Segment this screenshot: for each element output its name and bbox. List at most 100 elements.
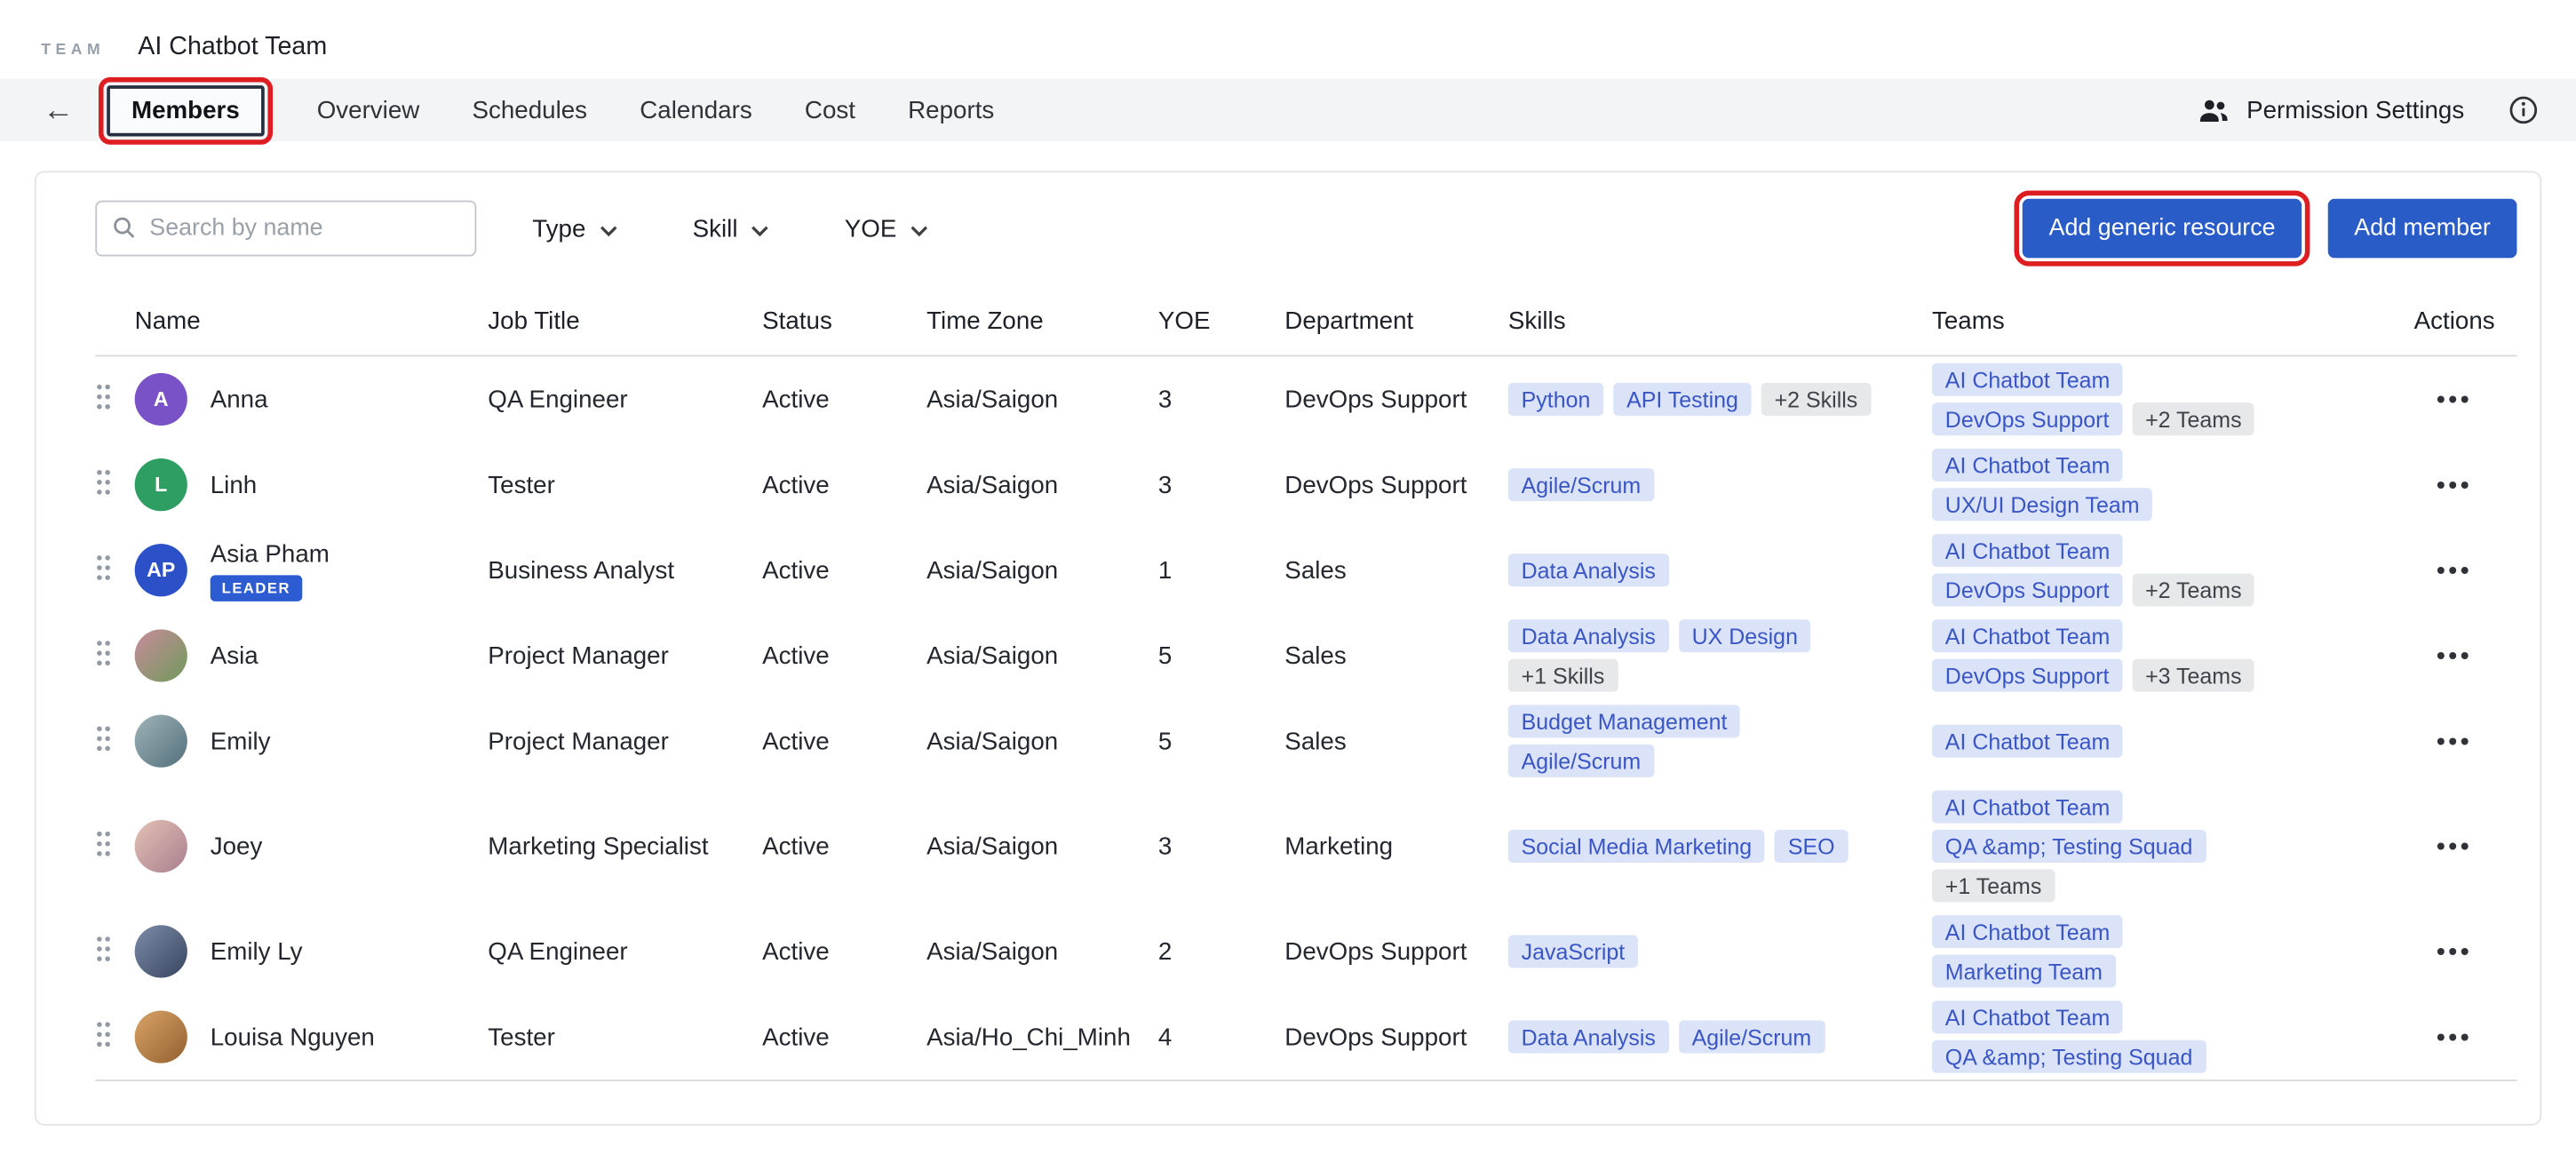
job-title-cell: Marketing Specialist [488, 832, 762, 860]
skill-chip-list: Data AnalysisUX Design+1 Skills [1508, 619, 1932, 691]
column-header-name: Name [135, 307, 489, 335]
department-cell: Sales [1284, 556, 1508, 584]
status-cell: Active [762, 386, 926, 413]
name-cell: Emily Ly [135, 925, 489, 977]
add-member-button[interactable]: Add member [2328, 199, 2517, 259]
timezone-cell: Asia/Saigon [926, 386, 1158, 413]
timezone-cell: Asia/Ho_Chi_Minh [926, 1023, 1158, 1050]
drag-handle-icon[interactable] [95, 1020, 111, 1047]
team-chip-list: AI Chatbot TeamDevOps Support+2 Teams [1932, 363, 2389, 435]
skill-chip: Agile/Scrum [1508, 468, 1654, 501]
tab-reports[interactable]: Reports [908, 90, 994, 131]
info-icon[interactable] [2507, 93, 2540, 126]
teams-cell: AI Chatbot TeamQA &amp; Testing Squad+1 … [1932, 791, 2389, 903]
row-actions-button[interactable]: ••• [2437, 558, 2472, 583]
timezone-cell: Asia/Saigon [926, 832, 1158, 860]
yoe-cell: 3 [1158, 832, 1284, 860]
team-chip: DevOps Support [1932, 402, 2122, 435]
teams-more-chip: +2 Teams [2132, 573, 2254, 606]
column-header-job-title: Job Title [488, 307, 762, 335]
filter-yoe-dropdown[interactable]: YOE [845, 214, 928, 242]
tab-cost[interactable]: Cost [805, 90, 855, 131]
teams-more-chip: +3 Teams [2132, 659, 2254, 692]
tab-members[interactable]: Members [107, 84, 264, 135]
teams-cell: AI Chatbot TeamMarketing Team [1932, 915, 2389, 987]
skills-cell: Budget ManagementAgile/Scrum [1508, 705, 1932, 777]
filter-skill-dropdown[interactable]: Skill [693, 214, 769, 242]
team-chip: AI Chatbot Team [1932, 619, 2123, 652]
tab-schedules[interactable]: Schedules [473, 90, 588, 131]
timezone-cell: Asia/Saigon [926, 937, 1158, 965]
row-actions-button[interactable]: ••• [2437, 387, 2472, 412]
permission-settings-label: Permission Settings [2246, 96, 2464, 123]
status-cell: Active [762, 937, 926, 965]
tab-overview[interactable]: Overview [317, 90, 420, 131]
skills-more-chip: +2 Skills [1761, 383, 1871, 416]
column-header-status: Status [762, 307, 926, 335]
avatar [135, 1010, 187, 1063]
skill-chip-list: PythonAPI Testing+2 Skills [1508, 383, 1932, 416]
avatar [135, 925, 187, 977]
name-cell: Emily [135, 715, 489, 768]
team-label: TEAM [41, 41, 105, 59]
name-cell: Louisa Nguyen [135, 1010, 489, 1063]
back-button[interactable]: ← [43, 94, 74, 125]
members-toolbar: Type Skill YOE Add generic resource Add me… [95, 199, 2516, 259]
team-chip: QA &amp; Testing Squad [1932, 1040, 2206, 1073]
team-chip-list: AI Chatbot TeamMarketing Team [1932, 915, 2389, 987]
search-box [95, 201, 476, 257]
row-actions-button[interactable]: ••• [2437, 834, 2472, 859]
skill-chip: UX Design [1679, 619, 1811, 652]
avatar [135, 629, 187, 681]
tab-calendars[interactable]: Calendars [640, 90, 751, 131]
skills-cell: Data Analysis [1508, 554, 1932, 586]
table-row: LLinhTesterActiveAsia/Saigon3DevOps Supp… [95, 442, 2516, 528]
department-cell: DevOps Support [1284, 937, 1508, 965]
drag-handle-icon[interactable] [95, 639, 111, 666]
table-row: JoeyMarketing SpecialistActiveAsia/Saigo… [95, 784, 2516, 909]
row-actions-button[interactable]: ••• [2437, 729, 2472, 753]
column-header-time-zone: Time Zone [926, 307, 1158, 335]
drag-handle-icon[interactable] [95, 724, 111, 752]
team-chip: AI Chatbot Team [1932, 1000, 2123, 1033]
table-row: AAnnaQA EngineerActiveAsia/Saigon3DevOps… [95, 356, 2516, 442]
row-actions-button[interactable]: ••• [2437, 473, 2472, 498]
name-cell: AAnna [135, 373, 489, 426]
teams-cell: AI Chatbot Team [1932, 725, 2389, 758]
timezone-cell: Asia/Saigon [926, 471, 1158, 498]
teams-cell: AI Chatbot TeamUX/UI Design Team [1932, 449, 2389, 521]
row-actions-button[interactable]: ••• [2437, 939, 2472, 964]
job-title-cell: Project Manager [488, 641, 762, 669]
timezone-cell: Asia/Saigon [926, 641, 1158, 669]
toolbar-actions: Add generic resource Add member [2023, 199, 2516, 259]
search-icon [112, 215, 137, 240]
permission-settings-button[interactable]: Permission Settings [2198, 92, 2465, 127]
member-name: Asia Pham [211, 540, 330, 568]
status-cell: Active [762, 471, 926, 498]
team-chip-list: AI Chatbot TeamDevOps Support+3 Teams [1932, 619, 2389, 691]
add-generic-resource-button[interactable]: Add generic resource [2023, 199, 2302, 259]
filter-type-dropdown[interactable]: Type [532, 214, 616, 242]
tab-list: Members Overview Schedules Calendars Cost Rep… [107, 84, 994, 135]
drag-handle-icon[interactable] [95, 382, 111, 410]
drag-handle-icon[interactable] [95, 829, 111, 856]
team-chip: AI Chatbot Team [1932, 915, 2123, 948]
row-actions-button[interactable]: ••• [2437, 1024, 2472, 1049]
filter-label: YOE [845, 214, 897, 242]
teams-cell: AI Chatbot Team QA &amp; Testing Squad [1932, 1000, 2389, 1072]
search-input[interactable] [95, 201, 476, 257]
name-cell: LLinh [135, 458, 489, 511]
drag-handle-icon[interactable] [95, 934, 111, 961]
drag-handle-icon[interactable] [95, 553, 111, 580]
yoe-cell: 4 [1158, 1023, 1284, 1050]
leader-badge: LEADER [211, 574, 302, 601]
row-actions-button[interactable]: ••• [2437, 643, 2472, 668]
skill-chip: Python [1508, 383, 1603, 416]
chevron-down-icon [599, 214, 616, 242]
drag-handle-icon[interactable] [95, 467, 111, 495]
chevron-down-icon [910, 214, 927, 242]
avatar: A [135, 373, 187, 426]
skill-chip-list: Budget ManagementAgile/Scrum [1508, 705, 1932, 777]
chevron-down-icon [751, 214, 768, 242]
table-header: NameJob TitleStatusTime ZoneYOEDepartmen… [95, 307, 2516, 356]
